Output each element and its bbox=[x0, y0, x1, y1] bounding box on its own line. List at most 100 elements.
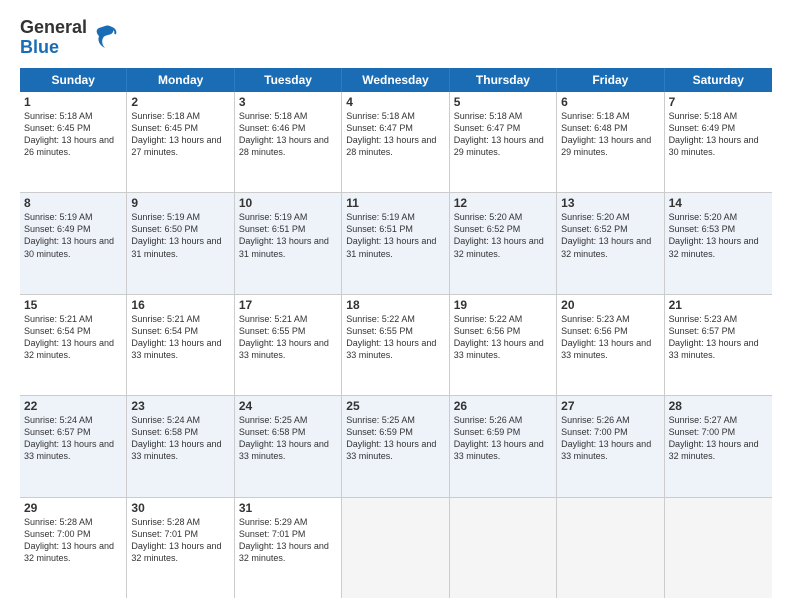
day-number: 8 bbox=[24, 196, 122, 210]
cell-content: Sunrise: 5:25 AM Sunset: 6:59 PM Dayligh… bbox=[346, 414, 444, 463]
cell-content: Sunrise: 5:26 AM Sunset: 7:00 PM Dayligh… bbox=[561, 414, 659, 463]
day-number: 14 bbox=[669, 196, 768, 210]
cell-content: Sunrise: 5:24 AM Sunset: 6:58 PM Dayligh… bbox=[131, 414, 229, 463]
day-number: 19 bbox=[454, 298, 552, 312]
day-cell-2: 2 Sunrise: 5:18 AM Sunset: 6:45 PM Dayli… bbox=[127, 92, 234, 192]
day-cell-29: 29 Sunrise: 5:28 AM Sunset: 7:00 PM Dayl… bbox=[20, 498, 127, 598]
cell-content: Sunrise: 5:18 AM Sunset: 6:45 PM Dayligh… bbox=[24, 110, 122, 159]
day-number: 13 bbox=[561, 196, 659, 210]
day-number: 17 bbox=[239, 298, 337, 312]
cell-content: Sunrise: 5:21 AM Sunset: 6:55 PM Dayligh… bbox=[239, 313, 337, 362]
day-cell-8: 8 Sunrise: 5:19 AM Sunset: 6:49 PM Dayli… bbox=[20, 193, 127, 293]
day-cell-21: 21 Sunrise: 5:23 AM Sunset: 6:57 PM Dayl… bbox=[665, 295, 772, 395]
day-header-wednesday: Wednesday bbox=[342, 68, 449, 92]
cell-content: Sunrise: 5:26 AM Sunset: 6:59 PM Dayligh… bbox=[454, 414, 552, 463]
day-cell-26: 26 Sunrise: 5:26 AM Sunset: 6:59 PM Dayl… bbox=[450, 396, 557, 496]
empty-cell bbox=[450, 498, 557, 598]
cell-content: Sunrise: 5:27 AM Sunset: 7:00 PM Dayligh… bbox=[669, 414, 768, 463]
day-cell-16: 16 Sunrise: 5:21 AM Sunset: 6:54 PM Dayl… bbox=[127, 295, 234, 395]
cell-content: Sunrise: 5:21 AM Sunset: 6:54 PM Dayligh… bbox=[24, 313, 122, 362]
empty-cell bbox=[342, 498, 449, 598]
cell-content: Sunrise: 5:28 AM Sunset: 7:00 PM Dayligh… bbox=[24, 516, 122, 565]
day-cell-18: 18 Sunrise: 5:22 AM Sunset: 6:55 PM Dayl… bbox=[342, 295, 449, 395]
day-cell-22: 22 Sunrise: 5:24 AM Sunset: 6:57 PM Dayl… bbox=[20, 396, 127, 496]
day-cell-4: 4 Sunrise: 5:18 AM Sunset: 6:47 PM Dayli… bbox=[342, 92, 449, 192]
logo: GeneralBlue bbox=[20, 18, 119, 58]
header: GeneralBlue bbox=[20, 18, 772, 58]
day-cell-12: 12 Sunrise: 5:20 AM Sunset: 6:52 PM Dayl… bbox=[450, 193, 557, 293]
cell-content: Sunrise: 5:21 AM Sunset: 6:54 PM Dayligh… bbox=[131, 313, 229, 362]
day-number: 18 bbox=[346, 298, 444, 312]
day-cell-31: 31 Sunrise: 5:29 AM Sunset: 7:01 PM Dayl… bbox=[235, 498, 342, 598]
cell-content: Sunrise: 5:18 AM Sunset: 6:47 PM Dayligh… bbox=[346, 110, 444, 159]
day-number: 3 bbox=[239, 95, 337, 109]
day-cell-15: 15 Sunrise: 5:21 AM Sunset: 6:54 PM Dayl… bbox=[20, 295, 127, 395]
calendar-body: 1 Sunrise: 5:18 AM Sunset: 6:45 PM Dayli… bbox=[20, 92, 772, 598]
cell-content: Sunrise: 5:29 AM Sunset: 7:01 PM Dayligh… bbox=[239, 516, 337, 565]
day-cell-13: 13 Sunrise: 5:20 AM Sunset: 6:52 PM Dayl… bbox=[557, 193, 664, 293]
day-cell-23: 23 Sunrise: 5:24 AM Sunset: 6:58 PM Dayl… bbox=[127, 396, 234, 496]
day-cell-24: 24 Sunrise: 5:25 AM Sunset: 6:58 PM Dayl… bbox=[235, 396, 342, 496]
logo-bird-icon bbox=[91, 22, 119, 50]
day-number: 24 bbox=[239, 399, 337, 413]
cell-content: Sunrise: 5:18 AM Sunset: 6:47 PM Dayligh… bbox=[454, 110, 552, 159]
day-cell-14: 14 Sunrise: 5:20 AM Sunset: 6:53 PM Dayl… bbox=[665, 193, 772, 293]
empty-cell bbox=[557, 498, 664, 598]
calendar-row-1: 1 Sunrise: 5:18 AM Sunset: 6:45 PM Dayli… bbox=[20, 92, 772, 193]
day-cell-6: 6 Sunrise: 5:18 AM Sunset: 6:48 PM Dayli… bbox=[557, 92, 664, 192]
day-number: 30 bbox=[131, 501, 229, 515]
day-number: 16 bbox=[131, 298, 229, 312]
cell-content: Sunrise: 5:22 AM Sunset: 6:56 PM Dayligh… bbox=[454, 313, 552, 362]
cell-content: Sunrise: 5:18 AM Sunset: 6:46 PM Dayligh… bbox=[239, 110, 337, 159]
day-number: 28 bbox=[669, 399, 768, 413]
day-header-saturday: Saturday bbox=[665, 68, 772, 92]
cell-content: Sunrise: 5:25 AM Sunset: 6:58 PM Dayligh… bbox=[239, 414, 337, 463]
cell-content: Sunrise: 5:20 AM Sunset: 6:52 PM Dayligh… bbox=[454, 211, 552, 260]
day-cell-5: 5 Sunrise: 5:18 AM Sunset: 6:47 PM Dayli… bbox=[450, 92, 557, 192]
day-cell-11: 11 Sunrise: 5:19 AM Sunset: 6:51 PM Dayl… bbox=[342, 193, 449, 293]
cell-content: Sunrise: 5:22 AM Sunset: 6:55 PM Dayligh… bbox=[346, 313, 444, 362]
calendar-row-5: 29 Sunrise: 5:28 AM Sunset: 7:00 PM Dayl… bbox=[20, 498, 772, 598]
day-cell-20: 20 Sunrise: 5:23 AM Sunset: 6:56 PM Dayl… bbox=[557, 295, 664, 395]
day-cell-17: 17 Sunrise: 5:21 AM Sunset: 6:55 PM Dayl… bbox=[235, 295, 342, 395]
cell-content: Sunrise: 5:24 AM Sunset: 6:57 PM Dayligh… bbox=[24, 414, 122, 463]
cell-content: Sunrise: 5:28 AM Sunset: 7:01 PM Dayligh… bbox=[131, 516, 229, 565]
day-number: 6 bbox=[561, 95, 659, 109]
day-number: 23 bbox=[131, 399, 229, 413]
day-number: 9 bbox=[131, 196, 229, 210]
logo-text: GeneralBlue bbox=[20, 18, 87, 58]
day-header-tuesday: Tuesday bbox=[235, 68, 342, 92]
day-cell-10: 10 Sunrise: 5:19 AM Sunset: 6:51 PM Dayl… bbox=[235, 193, 342, 293]
cell-content: Sunrise: 5:19 AM Sunset: 6:49 PM Dayligh… bbox=[24, 211, 122, 260]
day-cell-9: 9 Sunrise: 5:19 AM Sunset: 6:50 PM Dayli… bbox=[127, 193, 234, 293]
page: GeneralBlue SundayMondayTuesdayWednesday… bbox=[0, 0, 792, 612]
cell-content: Sunrise: 5:18 AM Sunset: 6:48 PM Dayligh… bbox=[561, 110, 659, 159]
day-number: 2 bbox=[131, 95, 229, 109]
day-cell-3: 3 Sunrise: 5:18 AM Sunset: 6:46 PM Dayli… bbox=[235, 92, 342, 192]
day-number: 11 bbox=[346, 196, 444, 210]
day-cell-7: 7 Sunrise: 5:18 AM Sunset: 6:49 PM Dayli… bbox=[665, 92, 772, 192]
cell-content: Sunrise: 5:20 AM Sunset: 6:52 PM Dayligh… bbox=[561, 211, 659, 260]
empty-cell bbox=[665, 498, 772, 598]
day-number: 25 bbox=[346, 399, 444, 413]
day-number: 20 bbox=[561, 298, 659, 312]
day-number: 21 bbox=[669, 298, 768, 312]
cell-content: Sunrise: 5:19 AM Sunset: 6:50 PM Dayligh… bbox=[131, 211, 229, 260]
day-number: 5 bbox=[454, 95, 552, 109]
day-number: 4 bbox=[346, 95, 444, 109]
day-cell-30: 30 Sunrise: 5:28 AM Sunset: 7:01 PM Dayl… bbox=[127, 498, 234, 598]
day-number: 27 bbox=[561, 399, 659, 413]
day-number: 12 bbox=[454, 196, 552, 210]
day-number: 22 bbox=[24, 399, 122, 413]
day-number: 1 bbox=[24, 95, 122, 109]
cell-content: Sunrise: 5:18 AM Sunset: 6:49 PM Dayligh… bbox=[669, 110, 768, 159]
cell-content: Sunrise: 5:18 AM Sunset: 6:45 PM Dayligh… bbox=[131, 110, 229, 159]
cell-content: Sunrise: 5:19 AM Sunset: 6:51 PM Dayligh… bbox=[346, 211, 444, 260]
calendar-row-2: 8 Sunrise: 5:19 AM Sunset: 6:49 PM Dayli… bbox=[20, 193, 772, 294]
cell-content: Sunrise: 5:23 AM Sunset: 6:56 PM Dayligh… bbox=[561, 313, 659, 362]
day-number: 29 bbox=[24, 501, 122, 515]
day-number: 26 bbox=[454, 399, 552, 413]
day-cell-19: 19 Sunrise: 5:22 AM Sunset: 6:56 PM Dayl… bbox=[450, 295, 557, 395]
day-header-thursday: Thursday bbox=[450, 68, 557, 92]
day-header-friday: Friday bbox=[557, 68, 664, 92]
